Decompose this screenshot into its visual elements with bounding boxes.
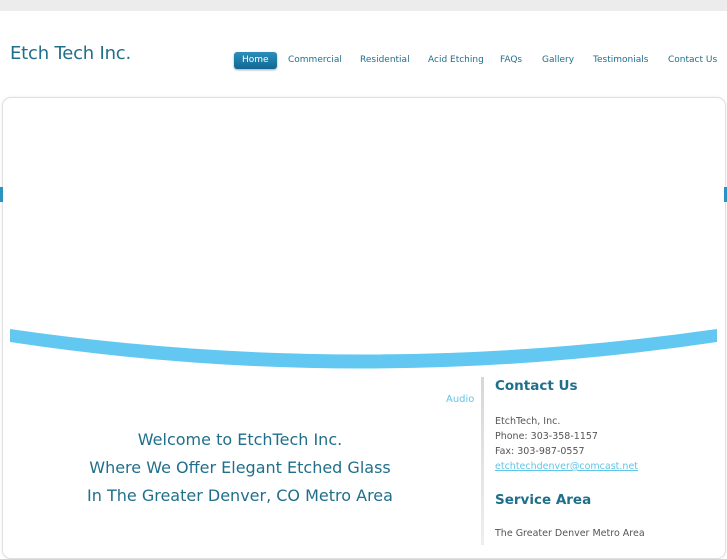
nav-item-residential[interactable]: Residential [360, 52, 410, 69]
welcome-heading: Welcome to EtchTech Inc. Where We Offer … [60, 426, 420, 510]
contact-heading: Contact Us [495, 378, 578, 394]
company-name: EtchTech, Inc. [495, 416, 561, 427]
service-area-heading: Service Area [495, 492, 592, 508]
nav-item-contact-us[interactable]: Contact Us [668, 52, 717, 69]
welcome-line: Where We Offer Elegant Etched Glass [89, 458, 391, 477]
nav-item-home[interactable]: Home [234, 52, 277, 69]
sidebar: Contact Us EtchTech, Inc. Phone: 303-358… [495, 378, 720, 539]
nav-item-commercial[interactable]: Commercial [288, 52, 342, 69]
top-bar [0, 0, 727, 11]
welcome-line: In The Greater Denver, CO Metro Area [87, 486, 393, 505]
banner-swoosh [10, 329, 717, 369]
nav-item-acid-etching[interactable]: Acid Etching [428, 52, 484, 69]
column-divider [481, 377, 484, 545]
fax-number: Fax: 303-987-0557 [495, 446, 585, 457]
audio-link[interactable]: Audio [446, 394, 474, 405]
phone-number: Phone: 303-358-1157 [495, 431, 598, 442]
nav-item-gallery[interactable]: Gallery [542, 52, 574, 69]
email-link[interactable]: etchtechdenver@comcast.net [495, 459, 720, 474]
main-nav: Home Commercial Residential Acid Etching… [0, 52, 727, 70]
nav-item-faqs[interactable]: FAQs [500, 52, 522, 69]
nav-item-testimonials[interactable]: Testimonials [593, 52, 648, 69]
service-area-text: The Greater Denver Metro Area [495, 528, 645, 539]
welcome-line: Welcome to EtchTech Inc. [137, 430, 343, 449]
header-banner [10, 329, 717, 369]
contact-info: EtchTech, Inc. Phone: 303-358-1157 Fax: … [495, 414, 720, 474]
